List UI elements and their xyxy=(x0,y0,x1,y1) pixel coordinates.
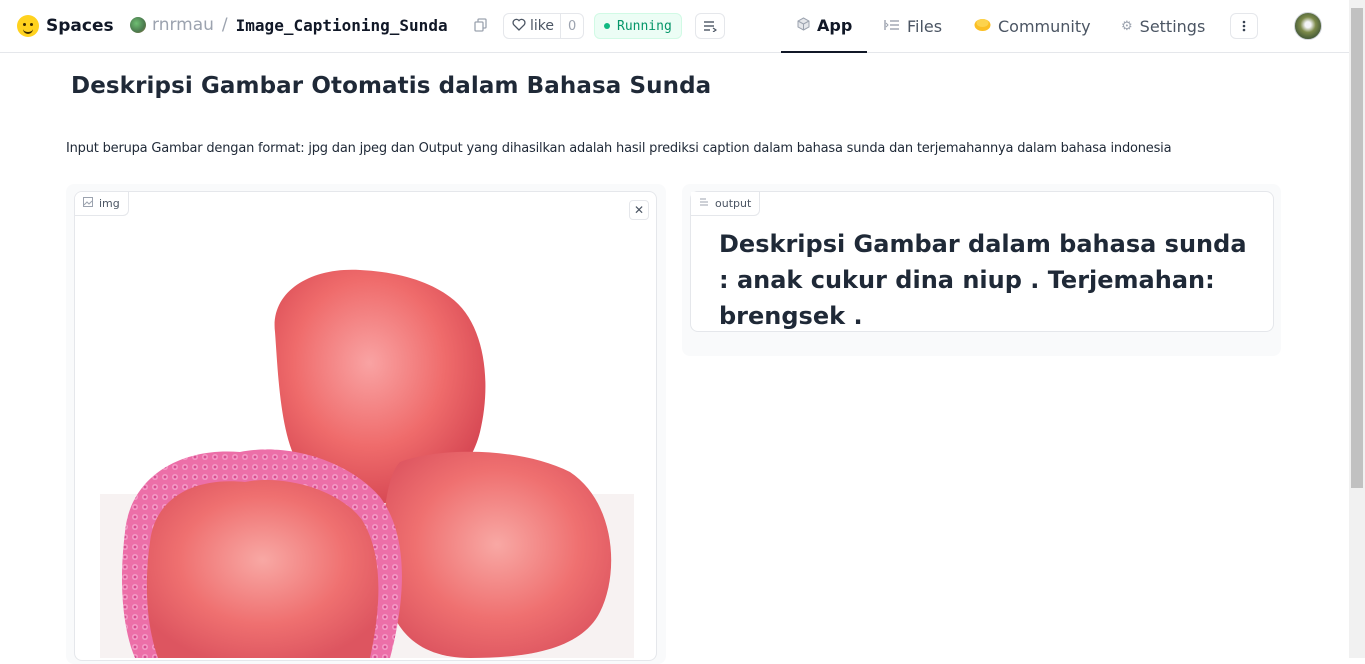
tab-app[interactable]: App xyxy=(781,0,867,53)
tab-settings[interactable]: ⚙ Settings xyxy=(1105,0,1221,53)
output-label-chip: output xyxy=(691,192,761,216)
breadcrumb-separator: / xyxy=(221,15,228,35)
hugging-face-icon xyxy=(17,15,39,37)
breadcrumb: rnrmau / Image_Captioning_Sunda xyxy=(130,15,448,35)
tab-settings-label: Settings xyxy=(1139,17,1206,36)
status-label: Running xyxy=(617,18,672,34)
tab-community-label: Community xyxy=(998,17,1091,36)
like-button[interactable]: like 0 xyxy=(503,13,585,39)
text-icon xyxy=(699,197,709,210)
brand-label: Spaces xyxy=(46,16,114,36)
like-count: 0 xyxy=(560,14,583,38)
tab-community[interactable]: Community xyxy=(958,0,1107,53)
input-label-chip: img xyxy=(75,192,129,216)
tab-app-label: App xyxy=(817,16,853,35)
community-icon xyxy=(974,17,991,36)
heart-icon xyxy=(512,18,526,35)
close-icon: ✕ xyxy=(633,203,645,217)
spaces-logo[interactable]: Spaces xyxy=(17,15,114,37)
output-label: output xyxy=(715,197,752,210)
output-text: Deskripsi Gambar dalam bahasa sunda : an… xyxy=(719,230,1247,330)
input-label: img xyxy=(99,197,120,210)
copy-icon[interactable] xyxy=(474,17,488,33)
clear-image-button[interactable]: ✕ xyxy=(629,200,649,220)
owner-link[interactable]: rnrmau xyxy=(152,15,214,35)
status-dot-icon xyxy=(604,23,610,29)
status-badge[interactable]: Running xyxy=(594,13,682,39)
list-icon xyxy=(704,21,717,32)
cube-icon xyxy=(797,16,810,35)
tab-files[interactable]: Files xyxy=(868,0,958,53)
top-navbar: Spaces rnrmau / Image_Captioning_Sunda l… xyxy=(0,0,1349,53)
page-title: Deskripsi Gambar Otomatis dalam Bahasa S… xyxy=(71,73,712,99)
list-menu-button[interactable] xyxy=(695,13,725,39)
page-description: Input berupa Gambar dengan format: jpg d… xyxy=(66,141,1172,156)
tab-files-label: Files xyxy=(907,17,943,36)
files-icon xyxy=(884,19,900,35)
uploaded-apple-image xyxy=(100,269,634,658)
like-label: like xyxy=(530,18,555,34)
gear-icon: ⚙ xyxy=(1121,19,1133,34)
owner-avatar[interactable] xyxy=(130,17,146,33)
more-options-button[interactable] xyxy=(1230,13,1258,39)
image-icon xyxy=(83,197,93,210)
kebab-icon xyxy=(1242,20,1246,32)
scrollbar-thumb[interactable] xyxy=(1351,8,1363,488)
repo-link[interactable]: Image_Captioning_Sunda xyxy=(236,16,448,35)
user-avatar[interactable] xyxy=(1294,12,1322,40)
